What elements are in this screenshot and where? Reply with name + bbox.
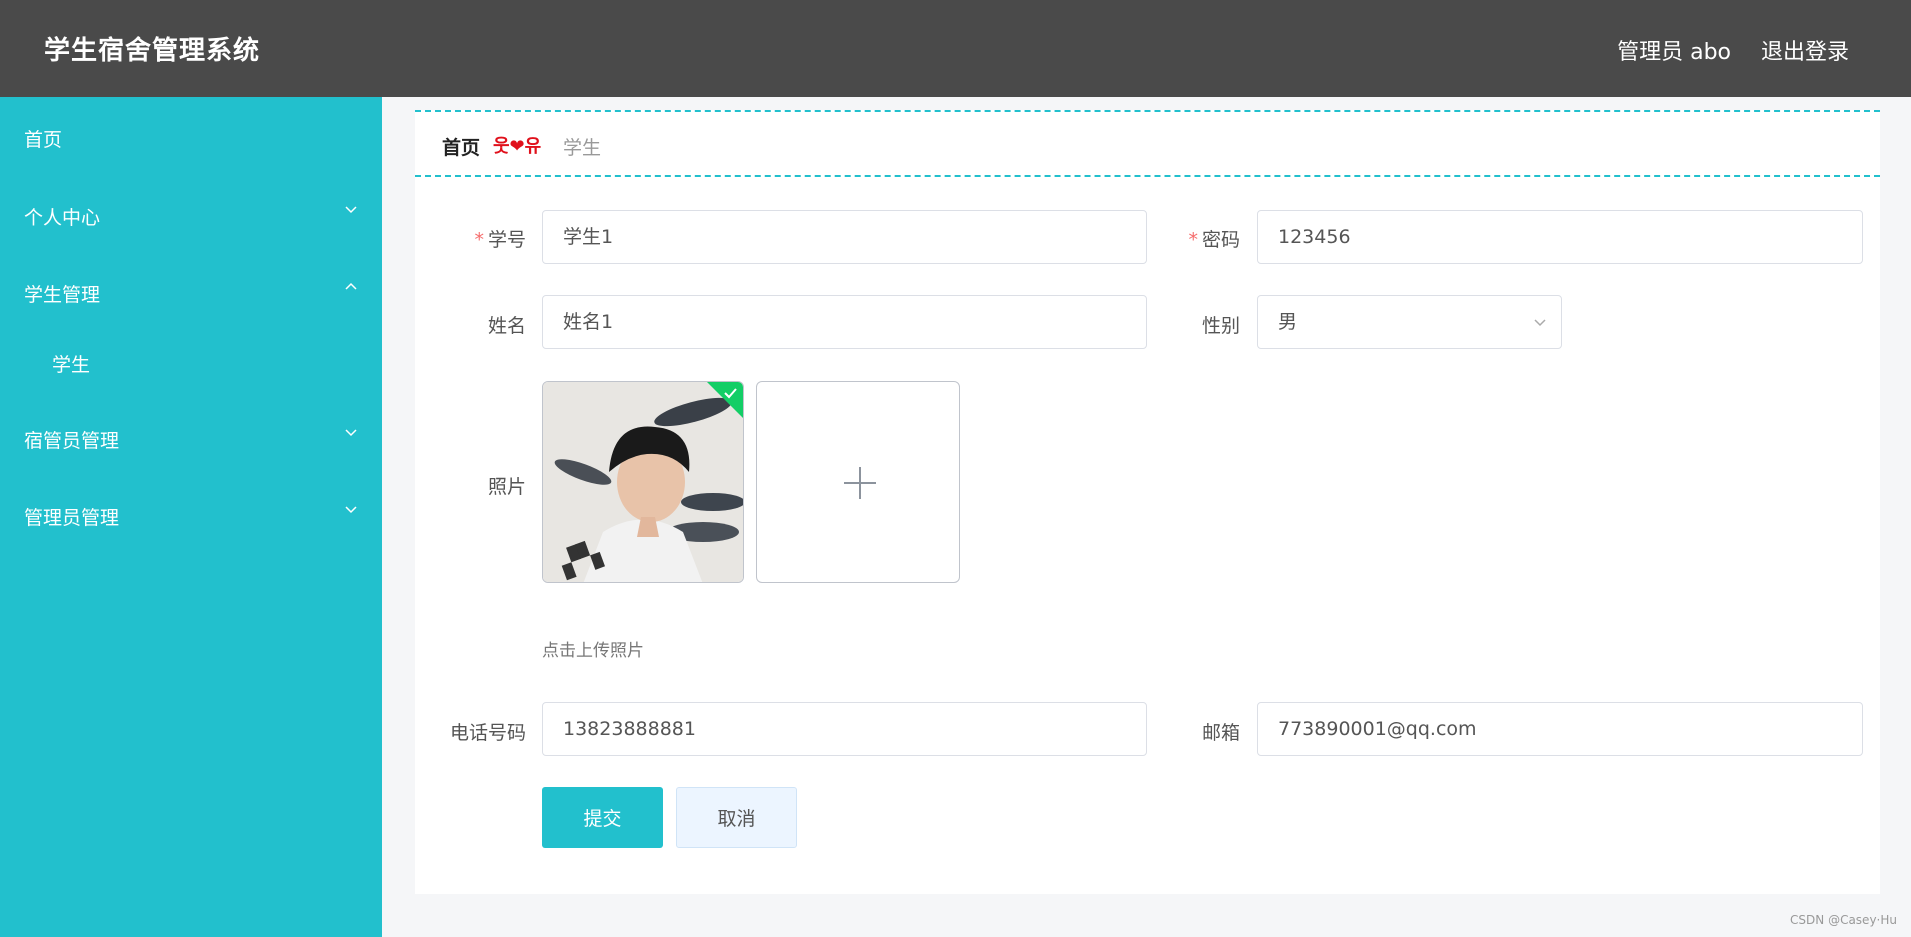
name-label: 姓名 — [487, 315, 526, 337]
cancel-button[interactable]: 取消 — [676, 787, 797, 848]
email-field[interactable]: 773890001@qq.com — [1257, 702, 1863, 756]
breadcrumb-separator: 웃❤유 — [493, 136, 542, 157]
sidebar-item-home[interactable]: 首页 — [0, 107, 382, 167]
email-label: 邮箱 — [1201, 722, 1240, 744]
sidebar-item-profile[interactable]: 个人中心 — [0, 185, 382, 245]
current-user-label: 管理员 abo — [1617, 40, 1731, 65]
top-header: 学生宿舍管理系统 管理员 abo 退出登录 — [0, 0, 1911, 97]
watermark: CSDN @Casey·Hu — [1790, 913, 1897, 927]
chevron-down-icon — [1534, 319, 1546, 327]
phone-label: 电话号码 — [449, 722, 526, 744]
sidebar-item-label: 管理员管理 — [24, 507, 120, 529]
student-id-field[interactable]: 学生1 — [542, 210, 1147, 264]
password-label: * 密码 — [1188, 229, 1240, 251]
sidebar-item-dorm-manager-management[interactable]: 宿管员管理 — [0, 408, 382, 468]
gender-select-value: 男 — [1278, 311, 1298, 333]
sidebar-item-label: 个人中心 — [24, 207, 101, 229]
submit-button[interactable]: 提交 — [542, 787, 663, 848]
app-title: 学生宿舍管理系统 — [44, 36, 261, 66]
sidebar-item-label: 宿管员管理 — [24, 430, 120, 452]
sidebar-item-label: 首页 — [24, 129, 63, 151]
breadcrumb-current: 学生 — [563, 137, 602, 159]
student-id-label: * 学号 — [474, 229, 526, 251]
photo-label: 照片 — [487, 476, 526, 498]
breadcrumb: 首页 웃❤유 学生 — [415, 110, 1880, 177]
sidebar-item-label: 学生 — [52, 354, 91, 376]
sidebar-item-student-management[interactable]: 学生管理 — [0, 262, 382, 322]
chevron-down-icon — [345, 206, 357, 214]
breadcrumb-home[interactable]: 首页 — [442, 133, 480, 160]
sidebar-item-students[interactable]: 学生 — [0, 332, 382, 392]
chevron-down-icon — [345, 506, 357, 514]
name-field[interactable]: 姓名1 — [542, 295, 1147, 349]
sidebar: 首页 个人中心 学生管理 学生 宿管员管理 管理员管理 — [0, 97, 382, 937]
chevron-up-icon — [345, 282, 357, 290]
plus-icon — [844, 467, 876, 499]
password-field[interactable]: 123456 — [1257, 210, 1863, 264]
upload-photo-button[interactable] — [756, 381, 960, 583]
upload-success-check-icon — [707, 382, 743, 418]
phone-field[interactable]: 13823888881 — [542, 702, 1147, 756]
gender-select[interactable]: 男 — [1257, 295, 1562, 349]
uploaded-photo-thumbnail[interactable]: ▞▚ — [542, 381, 744, 583]
sidebar-item-label: 学生管理 — [24, 284, 101, 306]
sidebar-item-admin-management[interactable]: 管理员管理 — [0, 485, 382, 545]
logout-button[interactable]: 退出登录 — [1761, 34, 1849, 66]
upload-hint-text: 点击上传照片 — [542, 641, 644, 661]
chevron-down-icon — [345, 429, 357, 437]
gender-label: 性别 — [1201, 315, 1240, 337]
